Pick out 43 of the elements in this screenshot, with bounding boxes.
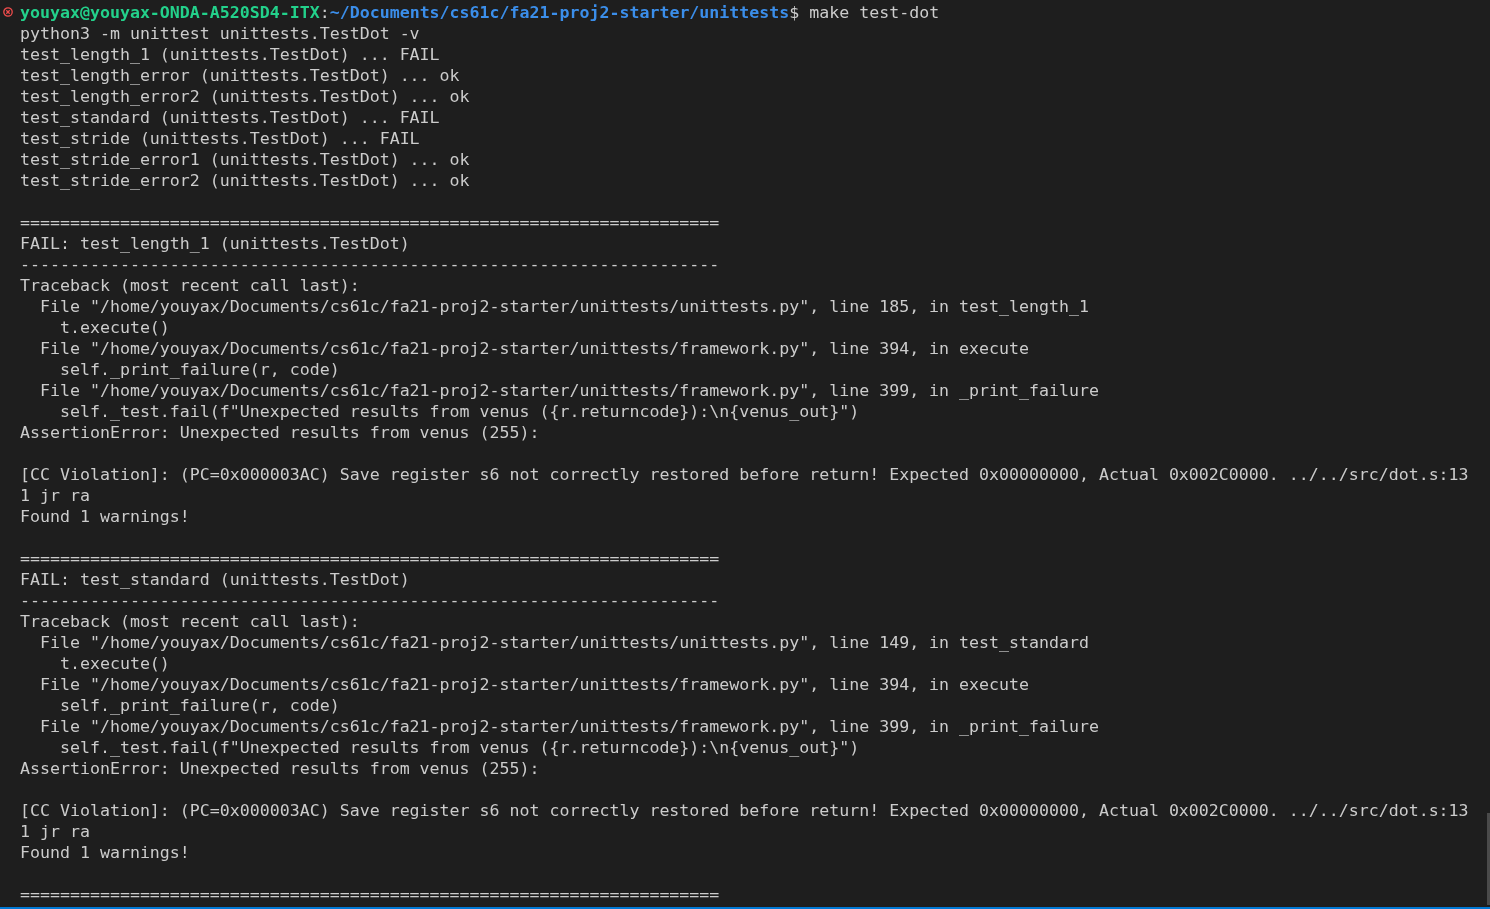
output-line: python3 -m unittest unittests.TestDot -v xyxy=(20,23,421,44)
output-line: AssertionError: Unexpected results from venus (255): xyxy=(20,422,541,443)
output-line: FAIL: test_standard (unittests.TestDot) xyxy=(20,569,411,590)
output-line: Found 1 warnings! xyxy=(20,506,191,527)
output-line: self._print_failure(r, code) xyxy=(58,359,341,380)
output-line: 1 jr ra xyxy=(20,485,91,506)
output-line: Traceback (most recent call last): xyxy=(20,275,361,296)
output-line: test_standard (unittests.TestDot) ... FAIL xyxy=(20,107,441,128)
output-line: ====================================================================== xyxy=(20,548,721,569)
prompt-path: ~/Documents/cs61c/fa21-proj2-starter/unittests xyxy=(329,2,790,23)
output-line: ---------------------------------------------------------------------- xyxy=(20,590,721,611)
scrollbar-thumb[interactable] xyxy=(1487,813,1490,905)
output-line: test_stride_error1 (unittests.TestDot) ... ok xyxy=(20,149,471,170)
output-line: ====================================================================== xyxy=(20,212,721,233)
output-line: File "/home/youyax/Documents/cs61c/fa21-proj2-starter/unittests/unittests.py", line 149, in test_standard xyxy=(38,632,1090,653)
output-line: t.execute() xyxy=(58,653,171,674)
output-line: File "/home/youyax/Documents/cs61c/fa21-proj2-starter/unittests/framework.py", line 394, in execute xyxy=(38,674,1031,695)
command-text: make test-dot xyxy=(808,2,940,23)
output-line: test_length_1 (unittests.TestDot) ... FAIL xyxy=(20,44,441,65)
prompt-separator: : xyxy=(319,2,330,23)
output-line: test_length_error (unittests.TestDot) ... ok xyxy=(20,65,461,86)
output-line: test_length_error2 (unittests.TestDot) ... ok xyxy=(20,86,471,107)
output-line: AssertionError: Unexpected results from venus (255): xyxy=(20,758,541,779)
output-line: Traceback (most recent call last): xyxy=(20,611,361,632)
output-line: ====================================================================== xyxy=(20,884,721,905)
output-line: [CC Violation]: (PC=0x000003AC) Save register s6 not correctly restored before return! Expected 0x00000000, Actual 0x002C0000. ../../src/dot.s:13 xyxy=(20,464,1470,485)
output-line: File "/home/youyax/Documents/cs61c/fa21-proj2-starter/unittests/framework.py", line 399, in _print_failure xyxy=(38,380,1100,401)
output-line: test_stride_error2 (unittests.TestDot) ... ok xyxy=(20,170,471,191)
output-line: self._test.fail(f"Unexpected results from venus ({r.returncode}):\n{venus_out}") xyxy=(58,401,861,422)
output-line: self._test.fail(f"Unexpected results from venus ({r.returncode}):\n{venus_out}") xyxy=(58,737,861,758)
output-line: File "/home/youyax/Documents/cs61c/fa21-proj2-starter/unittests/framework.py", line 394, in execute xyxy=(38,338,1031,359)
output-line: t.execute() xyxy=(58,317,171,338)
prompt-user-host: youyax@youyax-ONDA-A520SD4-ITX xyxy=(20,2,320,23)
prompt-symbol: $ xyxy=(789,2,800,23)
output-line: [CC Violation]: (PC=0x000003AC) Save register s6 not correctly restored before return! Expected 0x00000000, Actual 0x002C0000. ../../src/dot.s:13 xyxy=(20,800,1470,821)
output-line: self._print_failure(r, code) xyxy=(58,695,341,716)
output-line: 1 jr ra xyxy=(20,821,91,842)
output-line: ---------------------------------------------------------------------- xyxy=(20,254,721,275)
output-line: FAIL: test_length_1 (unittests.TestDot) xyxy=(20,233,411,254)
output-line: test_stride (unittests.TestDot) ... FAIL xyxy=(20,128,421,149)
output-line: File "/home/youyax/Documents/cs61c/fa21-proj2-starter/unittests/framework.py", line 399, in _print_failure xyxy=(38,716,1100,737)
output-line: File "/home/youyax/Documents/cs61c/fa21-proj2-starter/unittests/unittests.py", line 185, in test_length_1 xyxy=(38,296,1090,317)
output-line: Found 1 warnings! xyxy=(20,842,191,863)
